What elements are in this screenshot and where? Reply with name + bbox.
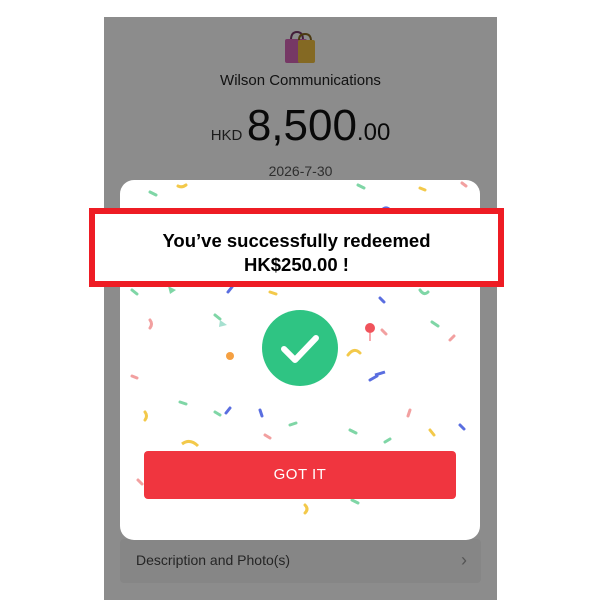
success-message-highlight: You’ve successfully redeemed HK$250.00 ! xyxy=(89,208,504,287)
success-check-icon xyxy=(262,310,338,386)
success-message: You’ve successfully redeemed HK$250.00 ! xyxy=(95,229,498,277)
got-it-button[interactable]: GOT IT xyxy=(144,451,456,499)
success-message-line2: HK$250.00 ! xyxy=(244,254,349,275)
success-message-line1: You’ve successfully redeemed xyxy=(162,230,431,251)
